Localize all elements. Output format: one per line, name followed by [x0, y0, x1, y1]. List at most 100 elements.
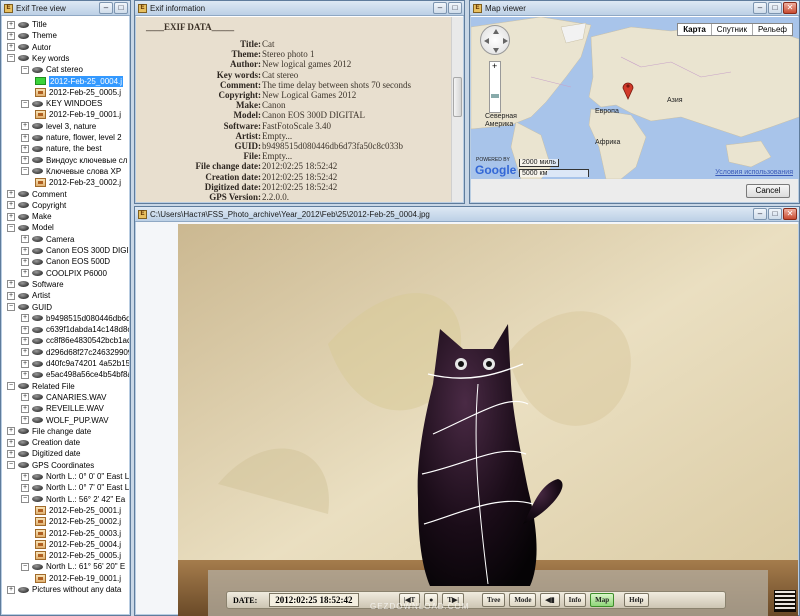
- tree-node[interactable]: + Copyright: [7, 200, 66, 211]
- tree-node[interactable]: + Pictures without any data: [7, 584, 121, 595]
- map-title-bar[interactable]: E Map viewer: [470, 1, 799, 16]
- expand-icon[interactable]: +: [21, 269, 29, 278]
- zoom-slider[interactable]: [489, 61, 501, 113]
- expand-icon[interactable]: +: [21, 472, 29, 481]
- tree-node[interactable]: 2012-Feb-23_0002.j: [35, 177, 121, 188]
- tree-node[interactable]: + North L.: 0° 0' 0" East L: [21, 471, 129, 482]
- tree-node[interactable]: 2012-Feb-25_0003.j: [35, 528, 121, 539]
- tree-node[interactable]: − North L.: 56° 2' 42" Ea: [21, 494, 125, 505]
- tree-node[interactable]: 2012-Feb-19_0001.j: [35, 573, 121, 584]
- collapse-icon[interactable]: −: [21, 562, 29, 571]
- tree-node[interactable]: + Artist: [7, 290, 50, 301]
- tree-node[interactable]: + cc8f86e4830542bcb1adc: [21, 335, 129, 346]
- expand-icon[interactable]: +: [7, 190, 15, 198]
- tree-node[interactable]: 2012-Feb-25_0005.j: [35, 87, 121, 98]
- minimize-button[interactable]: –: [99, 2, 113, 14]
- tree-node[interactable]: − Model: [7, 222, 54, 233]
- tree-node[interactable]: 2012-Feb-19_0001.j: [35, 109, 121, 120]
- tree-node[interactable]: + Canon EOS 300D DIGITA: [21, 245, 129, 256]
- tree-node[interactable]: 2012-Feb-25_0005.j: [35, 550, 121, 561]
- expand-icon[interactable]: +: [7, 43, 15, 52]
- expand-icon[interactable]: +: [7, 20, 15, 29]
- tree-node[interactable]: − Related File: [7, 381, 75, 392]
- expand-icon[interactable]: +: [21, 133, 29, 142]
- exif-title-bar[interactable]: E Exif information: [135, 1, 464, 16]
- tree-node[interactable]: + Software: [7, 279, 64, 290]
- tree-view[interactable]: + Title + Theme + Autor − Key words − Cat stereo 2…: [2, 17, 129, 614]
- scroll-thumb[interactable]: [453, 77, 462, 117]
- expand-icon[interactable]: +: [21, 483, 29, 492]
- expand-icon[interactable]: +: [21, 393, 29, 402]
- expand-icon[interactable]: +: [7, 449, 15, 458]
- location-pin-icon[interactable]: [622, 80, 634, 100]
- expand-icon[interactable]: +: [7, 201, 15, 210]
- tree-node[interactable]: + Title: [7, 19, 47, 30]
- expand-icon[interactable]: +: [21, 235, 29, 244]
- tree-node[interactable]: − Ключевые слова XP: [21, 166, 121, 177]
- close-button[interactable]: ✕: [783, 2, 797, 14]
- tree-node[interactable]: + d40fc9a74201 4a52b150a: [21, 358, 129, 369]
- tree-node[interactable]: + d296d68f27c2463299095b: [21, 347, 129, 358]
- pan-control[interactable]: [480, 25, 510, 55]
- expand-icon[interactable]: +: [7, 438, 15, 447]
- collapse-icon[interactable]: −: [7, 223, 15, 232]
- expand-icon[interactable]: +: [21, 348, 29, 357]
- tree-button[interactable]: Tree: [481, 593, 506, 607]
- tree-node[interactable]: 2012-Feb-25_0004.j: [35, 539, 121, 550]
- tree-node[interactable]: + North L.: 0° 7' 0" East L: [21, 482, 129, 493]
- tree-node[interactable]: + Theme: [7, 30, 57, 41]
- tree-node[interactable]: + COOLPIX P6000: [21, 268, 107, 279]
- photo-title-bar[interactable]: E C:\Users\Настя\FSS_Photo_archive\Year_…: [135, 207, 799, 222]
- tree-node[interactable]: + CANARIES.WAV: [21, 392, 106, 403]
- map-type-map[interactable]: Карта: [678, 24, 711, 35]
- sound-button[interactable]: ◀▮: [540, 593, 560, 607]
- collapse-icon[interactable]: −: [7, 54, 15, 63]
- expand-icon[interactable]: +: [21, 359, 29, 368]
- info-button[interactable]: Info: [563, 593, 587, 607]
- tree-node[interactable]: + Autor: [7, 42, 51, 53]
- collapse-icon[interactable]: −: [7, 303, 15, 311]
- tree-node[interactable]: + Camera: [21, 234, 74, 245]
- tree-node[interactable]: − GPS Coordinates: [7, 460, 94, 471]
- tree-node[interactable]: + Canon EOS 500D: [21, 256, 110, 267]
- expand-icon[interactable]: +: [21, 314, 29, 323]
- collapse-icon[interactable]: −: [21, 99, 29, 108]
- expand-icon[interactable]: +: [21, 257, 29, 266]
- collapse-icon[interactable]: −: [21, 65, 29, 74]
- maximize-button[interactable]: □: [768, 208, 782, 220]
- maximize-button[interactable]: □: [768, 2, 782, 14]
- tree-node[interactable]: + nature, flower, level 2: [21, 132, 122, 143]
- mode-button[interactable]: Mode: [509, 593, 537, 607]
- terms-link[interactable]: Условия использования: [715, 169, 793, 176]
- expand-icon[interactable]: +: [7, 427, 15, 436]
- expand-icon[interactable]: +: [21, 325, 29, 334]
- close-button[interactable]: ✕: [783, 208, 797, 220]
- tree-node[interactable]: + Digitized date: [7, 448, 80, 459]
- minimize-button[interactable]: –: [433, 2, 447, 14]
- cancel-button[interactable]: Cancel: [746, 184, 790, 198]
- expand-icon[interactable]: +: [7, 280, 15, 289]
- expand-icon[interactable]: +: [21, 404, 29, 413]
- tree-node[interactable]: − GUID: [7, 302, 52, 313]
- map-type-terrain[interactable]: Рельеф: [751, 24, 792, 35]
- tree-node[interactable]: + File change date: [7, 426, 91, 437]
- tree-node[interactable]: 2012-Feb-25_0002.j: [35, 516, 121, 527]
- expand-icon[interactable]: +: [21, 336, 29, 345]
- tree-node[interactable]: + Comment: [7, 189, 67, 200]
- collapse-icon[interactable]: −: [21, 167, 29, 176]
- expand-icon[interactable]: +: [21, 416, 29, 424]
- tree-node[interactable]: − Cat stereo: [21, 64, 83, 75]
- exif-scrollbar[interactable]: [451, 17, 463, 202]
- expand-icon[interactable]: +: [21, 144, 29, 153]
- tree-node[interactable]: + REVEILLE.WAV: [21, 403, 104, 414]
- tree-node[interactable]: + WOLF_PUP.WAV: [21, 415, 109, 426]
- tree-node[interactable]: + c639f1dabda14c148d8c: [21, 324, 129, 335]
- expand-icon[interactable]: +: [21, 246, 29, 255]
- collapse-icon[interactable]: −: [21, 495, 29, 504]
- expand-icon[interactable]: +: [7, 212, 15, 221]
- collapse-icon[interactable]: −: [7, 461, 15, 470]
- tree-node[interactable]: + Виндоус ключевые сл: [21, 155, 127, 166]
- tree-node[interactable]: 2012-Feb-25_0001.j: [35, 505, 121, 516]
- map-button[interactable]: Map: [590, 593, 615, 607]
- maximize-button[interactable]: □: [114, 2, 128, 14]
